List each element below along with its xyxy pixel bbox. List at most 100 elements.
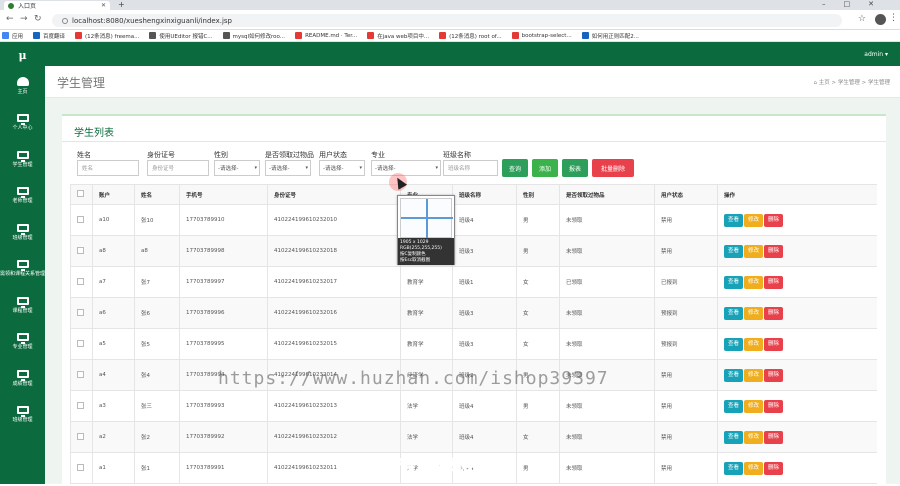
breadcrumb[interactable]: ⌂ 主页 > 学生管理 > 学生管理 bbox=[814, 78, 890, 86]
bookmark-item[interactable]: 如何用正则匹配2... bbox=[581, 32, 639, 40]
table-row[interactable]: a7 张7 17703789997 410224199610232017 教育学 班级1 女… bbox=[70, 266, 877, 298]
delete-button[interactable]: 删除 bbox=[764, 368, 784, 382]
sidebar-item[interactable]: 成绩管理 bbox=[0, 360, 45, 397]
table-row[interactable]: a5 张5 17703789995 410224199610232015 教育学 班级3 女… bbox=[70, 328, 877, 360]
batch-delete-button[interactable]: 批量删除 bbox=[592, 159, 634, 177]
delete-button[interactable]: 删除 bbox=[764, 213, 784, 227]
profile-avatar[interactable] bbox=[875, 14, 886, 25]
sidebar-item[interactable]: 需领和课程关系管理 bbox=[0, 251, 45, 288]
window-controls[interactable]: –□✕ bbox=[822, 0, 892, 8]
edit-button[interactable]: 修改 bbox=[744, 275, 764, 289]
view-button[interactable]: 查看 bbox=[724, 337, 744, 351]
delete-button[interactable]: 删除 bbox=[764, 399, 784, 413]
table-row[interactable]: a2 张2 17703789992 410224199610232012 法学 班级4 女未… bbox=[70, 421, 877, 453]
url-field[interactable]: localhost:8080/xueshengxinxiguanli/index… bbox=[52, 14, 842, 27]
view-button[interactable]: 查看 bbox=[724, 399, 744, 413]
edit-button[interactable]: 修改 bbox=[744, 461, 764, 475]
item-select[interactable]: -请选择- ▾ bbox=[265, 160, 311, 176]
sidebar-item[interactable]: 主页 bbox=[0, 68, 45, 105]
forward-icon[interactable]: → bbox=[20, 14, 28, 24]
table-cell: 班级4 bbox=[452, 204, 517, 236]
row-checkbox[interactable] bbox=[77, 215, 84, 223]
edit-button[interactable]: 修改 bbox=[744, 430, 764, 444]
view-button[interactable]: 查看 bbox=[724, 306, 744, 320]
view-button[interactable]: 查看 bbox=[724, 275, 744, 289]
new-tab-icon[interactable]: + bbox=[118, 0, 125, 9]
tab-close-icon[interactable]: ✕ bbox=[101, 2, 106, 9]
sidebar-item[interactable]: 班级管理 bbox=[0, 214, 45, 251]
table-row[interactable]: a6 张6 17703789996 410224199610232016 教育学 班级3 女… bbox=[70, 297, 877, 329]
sidebar-item[interactable]: 老师管理 bbox=[0, 178, 45, 215]
sex-select[interactable]: -请选择- ▾ bbox=[214, 160, 260, 176]
table-row[interactable]: a8 a8 17703789998 410224199610232018 班级3 男未领取… bbox=[70, 235, 877, 267]
table-cell: 17703789998 bbox=[179, 235, 268, 267]
table-cell: 禁用 bbox=[654, 359, 718, 391]
actions-cell: 查看 修改 删除 bbox=[717, 328, 877, 360]
delete-button[interactable]: 删除 bbox=[764, 430, 784, 444]
edit-button[interactable]: 修改 bbox=[744, 337, 764, 351]
delete-button[interactable]: 删除 bbox=[764, 337, 784, 351]
id-number-input[interactable]: 身份证号 bbox=[147, 160, 209, 176]
search-button[interactable]: 查询 bbox=[502, 159, 528, 177]
browser-tab[interactable]: 入口页 ✕ bbox=[4, 1, 110, 10]
row-checkbox[interactable] bbox=[77, 277, 84, 285]
sidebar-item[interactable]: 课程管理 bbox=[0, 287, 45, 324]
row-checkbox[interactable] bbox=[77, 463, 84, 471]
delete-button[interactable]: 删除 bbox=[764, 275, 784, 289]
add-button[interactable]: 添加 bbox=[532, 159, 558, 177]
row-checkbox[interactable] bbox=[77, 246, 84, 254]
table-cell: 17703789910 bbox=[179, 204, 268, 236]
view-button[interactable]: 查看 bbox=[724, 213, 744, 227]
edit-button[interactable]: 修改 bbox=[744, 213, 764, 227]
row-checkbox[interactable] bbox=[77, 401, 84, 409]
row-checkbox[interactable] bbox=[77, 308, 84, 316]
table-row[interactable]: a10 张10 17703789910 410224199610232010 班级4 男未… bbox=[70, 204, 877, 236]
name-input[interactable]: 姓名 bbox=[77, 160, 139, 176]
bookmark-item[interactable]: 应用 bbox=[2, 32, 23, 40]
sidebar-item[interactable]: 学生管理 bbox=[0, 141, 45, 178]
back-icon[interactable]: ← bbox=[6, 14, 14, 24]
bookmark-item[interactable]: mysql如何修改roo... bbox=[222, 32, 285, 40]
edit-button[interactable]: 修改 bbox=[744, 368, 764, 382]
bookmark-item[interactable]: README.md · Ter... bbox=[295, 32, 357, 39]
actions-cell: 查看 修改 删除 bbox=[717, 359, 877, 391]
table-row[interactable]: a3 张三 17703789993 410224199610232013 法学 班级4 男未… bbox=[70, 390, 877, 422]
edit-button[interactable]: 修改 bbox=[744, 306, 764, 320]
bookmark-item[interactable]: (12条消息) freema... bbox=[75, 32, 139, 40]
view-button[interactable]: 查看 bbox=[724, 368, 744, 382]
edit-button[interactable]: 修改 bbox=[744, 399, 764, 413]
browser-menu-icon[interactable]: ⋮ bbox=[889, 13, 898, 23]
edit-button[interactable]: 修改 bbox=[744, 244, 764, 258]
table-cell: 张1 bbox=[134, 452, 180, 484]
bookmark-item[interactable]: 在java web项目中... bbox=[367, 32, 429, 40]
table-cell: 禁用 bbox=[654, 235, 718, 267]
table-cell: 410224199610232012 bbox=[267, 421, 401, 453]
delete-button[interactable]: 删除 bbox=[764, 306, 784, 320]
sidebar-item[interactable]: 班级管理 bbox=[0, 397, 45, 434]
row-checkbox[interactable] bbox=[77, 370, 84, 378]
delete-button[interactable]: 删除 bbox=[764, 244, 784, 258]
bookmark-item[interactable]: bootstrap-select... bbox=[511, 32, 572, 39]
row-checkbox[interactable] bbox=[77, 339, 84, 347]
view-button[interactable]: 查看 bbox=[724, 430, 744, 444]
row-checkbox[interactable] bbox=[77, 432, 84, 440]
bookmark-item[interactable]: 使用UEditor 报错C... bbox=[149, 32, 213, 40]
user-menu[interactable]: admin ▾ bbox=[864, 51, 888, 58]
bookmark-star-icon[interactable]: ☆ bbox=[858, 14, 866, 24]
view-button[interactable]: 查看 bbox=[724, 461, 744, 475]
report-button[interactable]: 报表 bbox=[562, 159, 588, 177]
select-all-checkbox[interactable] bbox=[77, 190, 84, 197]
table-cell: 法学 bbox=[400, 421, 453, 453]
class-name-input[interactable]: 班级名称 bbox=[443, 160, 498, 176]
delete-button[interactable]: 删除 bbox=[764, 461, 784, 475]
table-cell: 禁用 bbox=[654, 204, 718, 236]
bookmark-item[interactable]: (12条消息) root of... bbox=[439, 32, 502, 40]
sidebar-item[interactable]: 专业管理 bbox=[0, 324, 45, 361]
sidebar-item[interactable]: 个人中心 bbox=[0, 105, 45, 142]
view-button[interactable]: 查看 bbox=[724, 244, 744, 258]
status-select[interactable]: -请选择- ▾ bbox=[319, 160, 365, 176]
major-select[interactable]: -请选择- ▾ bbox=[371, 160, 441, 176]
table-cell: 已领取 bbox=[559, 266, 655, 298]
reload-icon[interactable]: ↻ bbox=[34, 14, 42, 24]
bookmark-item[interactable]: 百度翻译 bbox=[33, 32, 65, 40]
